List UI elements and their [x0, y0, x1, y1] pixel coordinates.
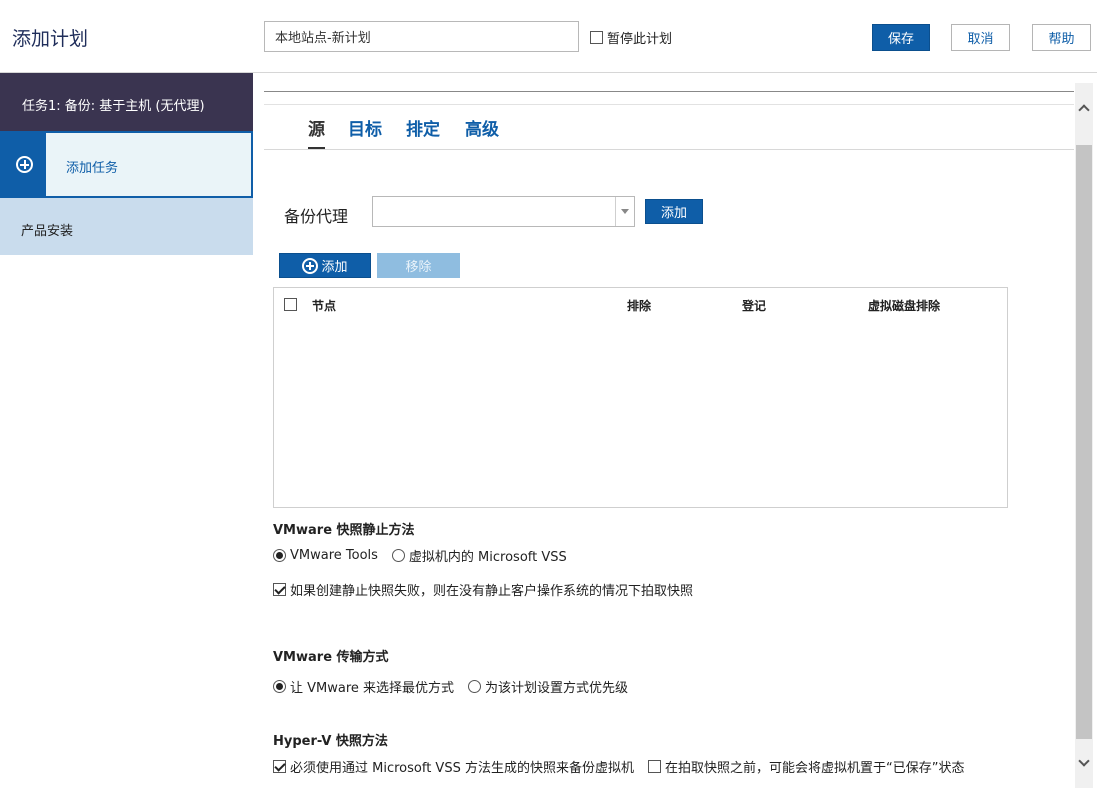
vertical-scrollbar[interactable] — [1075, 83, 1093, 788]
sidebar-item-product-install[interactable]: 产品安装 — [0, 198, 253, 255]
hyperv-snapshot-options: 必须使用通过 Microsoft VSS 方法生成的快照来备份虚拟机 在拍取快照… — [273, 757, 964, 776]
radio-vmware-tools-label: VMware Tools — [290, 548, 378, 563]
remove-node-button: 移除 — [377, 253, 460, 278]
divider — [264, 91, 1074, 92]
vmware-quiesce-options: VMware Tools 虚拟机内的 Microsoft VSS — [273, 546, 567, 565]
pause-plan-checkbox-row[interactable]: 暂停此计划 — [590, 28, 672, 47]
add-task-label: 添加任务 — [66, 161, 119, 176]
header: 添加计划 暂停此计划 保存 取消 帮助 — [0, 0, 1097, 73]
tab-advanced[interactable]: 高级 — [465, 115, 499, 140]
add-node-label: 添加 — [321, 260, 348, 275]
plus-circle-icon — [15, 156, 33, 173]
hyperv-saved-state-checkbox[interactable] — [647, 760, 661, 773]
scrollbar-thumb[interactable] — [1076, 145, 1092, 739]
backup-agent-label: 备份代理 — [284, 207, 349, 226]
fallback-snapshot-label: 如果创建静止快照失败，则在没有静止客户操作系统的情况下拍取快照 — [290, 584, 694, 599]
radio-auto-transport[interactable] — [273, 680, 286, 693]
radio-priority-transport[interactable] — [468, 680, 482, 693]
vmware-transport-title: VMware 传输方式 — [273, 650, 389, 665]
fallback-snapshot-row: 如果创建静止快照失败，则在没有静止客户操作系统的情况下拍取快照 — [273, 580, 693, 599]
chevron-up-icon — [1078, 104, 1090, 116]
vmware-transport-options: 让 VMware 来选择最优方式 为该计划设置方式优先级 — [273, 677, 628, 696]
radio-priority-transport-label: 为该计划设置方式优先级 — [485, 681, 629, 696]
hyperv-snapshot-title: Hyper-V 快照方法 — [273, 734, 388, 749]
chevron-down-icon — [621, 209, 629, 214]
column-header-node[interactable]: 节点 — [312, 297, 336, 314]
backup-agent-select[interactable] — [372, 196, 635, 227]
main-panel: 源 目标 排定 高级 备份代理 添加 添加 移除 节点 排除 登记 虚拟磁盘排除… — [253, 73, 1097, 793]
sidebar-item-task1[interactable]: 任务1: 备份: 基于主机 (无代理) — [0, 73, 253, 131]
scroll-up-button[interactable] — [1075, 83, 1093, 133]
column-header-exclude[interactable]: 排除 — [627, 297, 651, 314]
tab-bar: 源 目标 排定 高级 — [264, 104, 1074, 150]
sidebar-item-add-task[interactable]: 添加任务 — [0, 131, 253, 198]
radio-vmware-tools[interactable] — [273, 549, 286, 562]
hyperv-vss-label: 必须使用通过 Microsoft VSS 方法生成的快照来备份虚拟机 — [290, 761, 634, 776]
select-all-checkbox[interactable] — [284, 298, 297, 311]
tab-source[interactable]: 源 — [308, 115, 325, 149]
vmware-quiesce-title: VMware 快照静止方法 — [273, 523, 415, 538]
hyperv-saved-state-label: 在拍取快照之前，可能会将虚拟机置于“已保存”状态 — [664, 761, 965, 776]
sidebar: 任务1: 备份: 基于主机 (无代理) 添加任务 产品安装 — [0, 73, 253, 793]
page-title: 添加计划 — [12, 28, 89, 50]
column-header-vdisk-exclude[interactable]: 虚拟磁盘排除 — [868, 297, 940, 314]
column-header-register[interactable]: 登记 — [742, 297, 766, 314]
scroll-down-button[interactable] — [1075, 738, 1093, 788]
radio-auto-transport-label: 让 VMware 来选择最优方式 — [290, 681, 455, 696]
cancel-button[interactable]: 取消 — [951, 24, 1010, 51]
add-node-button[interactable]: 添加 — [279, 253, 371, 278]
radio-microsoft-vss[interactable] — [391, 549, 405, 562]
plus-circle-icon — [302, 257, 319, 274]
fallback-snapshot-checkbox[interactable] — [273, 583, 286, 596]
tab-schedule[interactable]: 排定 — [406, 115, 440, 140]
plan-name-input[interactable] — [264, 21, 579, 52]
chevron-down-icon — [1078, 755, 1090, 767]
hyperv-vss-checkbox[interactable] — [273, 760, 286, 773]
tab-destination[interactable]: 目标 — [348, 115, 382, 140]
node-table: 节点 排除 登记 虚拟磁盘排除 — [273, 287, 1008, 508]
save-button[interactable]: 保存 — [872, 24, 930, 51]
pause-plan-checkbox[interactable] — [590, 31, 603, 44]
radio-microsoft-vss-label: 虚拟机内的 Microsoft VSS — [408, 550, 567, 565]
pause-plan-label: 暂停此计划 — [607, 32, 673, 47]
dropdown-toggle[interactable] — [615, 197, 634, 226]
add-backup-agent-button[interactable]: 添加 — [645, 199, 703, 224]
add-task-icon-box — [2, 133, 46, 196]
help-button[interactable]: 帮助 — [1032, 24, 1091, 51]
